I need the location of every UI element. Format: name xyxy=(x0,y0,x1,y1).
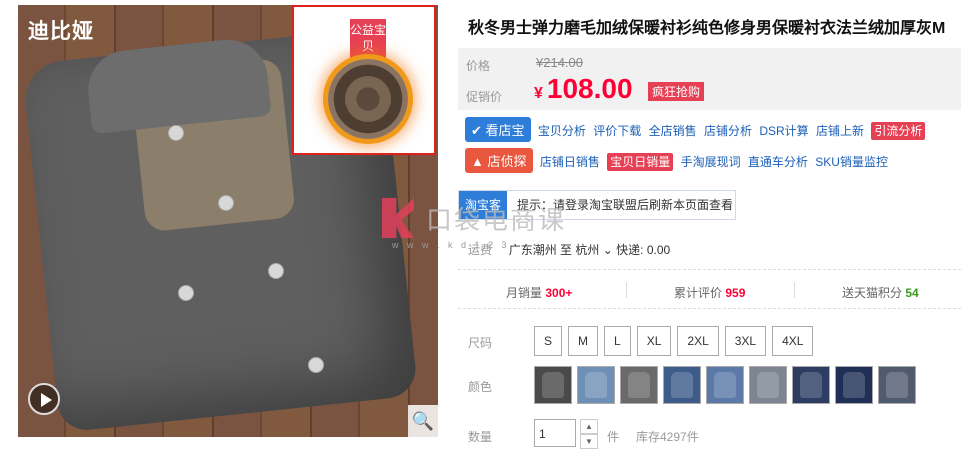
color-options xyxy=(534,366,921,409)
quantity-increase-button[interactable]: ▲ xyxy=(580,419,598,434)
link-search-words[interactable]: 手淘展现词 xyxy=(681,155,741,169)
ship-from: 广东潮州 xyxy=(508,243,557,257)
size-option[interactable]: 2XL xyxy=(677,326,719,356)
original-price: ¥214.00 xyxy=(536,55,583,70)
shirt-button xyxy=(218,195,234,211)
current-price-value: 108.00 xyxy=(546,73,633,104)
price-label: 价格 xyxy=(466,59,491,73)
size-option[interactable]: 4XL xyxy=(772,326,814,356)
quantity-decrease-button[interactable]: ▼ xyxy=(580,434,598,449)
size-option[interactable]: M xyxy=(568,326,599,356)
size-option[interactable]: L xyxy=(604,326,631,356)
total-reviews[interactable]: 累计评价 959 xyxy=(674,284,745,301)
link-shop-new[interactable]: 店铺上新 xyxy=(816,124,864,138)
shirt-button xyxy=(178,285,194,301)
color-swatch[interactable] xyxy=(878,366,916,404)
link-review-download[interactable]: 评价下载 xyxy=(593,124,641,138)
divider xyxy=(458,269,961,270)
ship-to-value: 杭州 xyxy=(575,243,600,257)
product-image[interactable]: 迪比娅 公益宝贝 🔍 xyxy=(18,5,438,437)
link-daily-item-sales[interactable]: 宝贝日销量 xyxy=(607,153,674,171)
fleece-closeup xyxy=(328,59,408,139)
shirt-button xyxy=(268,263,284,279)
watermark-text: 口袋电商课 xyxy=(426,205,567,235)
size-option[interactable]: XL xyxy=(636,326,672,356)
kandianbao-button[interactable]: ✔ 看店宝 xyxy=(465,117,531,142)
color-label: 颜色 xyxy=(468,380,493,394)
watermark-logo-icon xyxy=(382,198,414,238)
stats-row: 月销量 300+ 累计评价 959 送天猫积分 54 xyxy=(458,276,961,306)
price-panel: 价格 ¥214.00 促销价 ¥108.00 疯狂抢购 xyxy=(458,48,961,110)
quantity-label: 数量 xyxy=(468,430,493,444)
size-option[interactable]: S xyxy=(534,326,563,356)
color-swatch[interactable] xyxy=(835,366,873,404)
dianzhentan-label: 店侦探 xyxy=(487,154,527,169)
tmall-points: 送天猫积分 54 xyxy=(842,284,919,301)
stats-separator xyxy=(626,282,627,298)
monthly-sales-label: 月销量 xyxy=(506,286,543,300)
monthly-sales-value: 300+ xyxy=(545,286,573,300)
divider xyxy=(458,308,961,309)
size-label: 尺码 xyxy=(468,336,493,350)
brand-logo: 迪比娅 xyxy=(28,20,94,43)
shipping-row: 运费 广东潮州 至 杭州 ⌄ 快递: 0.00 xyxy=(468,241,670,258)
link-dsr-calc[interactable]: DSR计算 xyxy=(759,124,808,138)
tmall-points-value: 54 xyxy=(905,286,919,300)
quantity-input[interactable]: 1 xyxy=(534,419,576,447)
color-swatch[interactable] xyxy=(620,366,658,404)
color-swatch[interactable] xyxy=(663,366,701,404)
magnifier-icon[interactable]: 🔍 xyxy=(408,405,438,437)
promo-tag: 疯狂抢购 xyxy=(648,82,705,101)
ship-to-label: 至 xyxy=(560,243,573,257)
current-price: ¥108.00 xyxy=(534,73,633,105)
size-options: S M L XL 2XL 3XL 4XL xyxy=(534,326,819,356)
play-icon[interactable] xyxy=(28,383,60,415)
stock-count: 库存4297件 xyxy=(636,430,699,444)
kandianbao-toolbar: ✔ 看店宝 宝贝分析 评价下载 全店销售 店铺分析 DSR计算 店铺上新 引流分… xyxy=(465,117,929,142)
color-swatch[interactable] xyxy=(792,366,830,404)
color-swatch[interactable] xyxy=(706,366,744,404)
kandianbao-label: 看店宝 xyxy=(485,123,525,138)
product-title: 秋冬男士弹力磨毛加绒保暖衬衫纯色修身男保暖衬衣法兰绒加厚灰M xyxy=(468,20,946,37)
link-shop-sales[interactable]: 全店销售 xyxy=(649,124,697,138)
monthly-sales: 月销量 300+ xyxy=(506,284,572,301)
link-traffic-analysis[interactable]: 引流分析 xyxy=(871,122,926,140)
link-ztc-analysis[interactable]: 直通车分析 xyxy=(748,155,808,169)
color-swatch[interactable] xyxy=(534,366,572,404)
tmall-points-label: 送天猫积分 xyxy=(842,286,903,300)
charity-tag: 公益宝贝 xyxy=(350,19,386,59)
ship-to-select[interactable]: 杭州 ⌄ xyxy=(575,243,612,257)
link-item-analysis[interactable]: 宝贝分析 xyxy=(538,124,586,138)
link-shop-analysis[interactable]: 店铺分析 xyxy=(704,124,752,138)
link-sku-monitor[interactable]: SKU销量监控 xyxy=(815,155,888,169)
promo-price-label: 促销价 xyxy=(466,90,503,104)
express-fee: 快递: 0.00 xyxy=(616,243,671,257)
shipping-label: 运费 xyxy=(468,243,493,257)
shirt-button xyxy=(168,125,184,141)
link-daily-shop-sales[interactable]: 店铺日销售 xyxy=(540,155,600,169)
currency-symbol: ¥ xyxy=(534,85,543,102)
total-reviews-label: 累计评价 xyxy=(674,286,723,300)
stats-separator xyxy=(794,282,795,298)
shirt-button xyxy=(308,357,324,373)
quantity-unit: 件 xyxy=(607,430,620,444)
color-swatch[interactable] xyxy=(577,366,615,404)
dianzhentan-button[interactable]: ▲ 店侦探 xyxy=(465,148,533,173)
chevron-down-icon: ⌄ xyxy=(602,243,613,257)
size-option[interactable]: 3XL xyxy=(724,326,767,356)
total-reviews-value: 959 xyxy=(725,286,746,300)
charity-badge-box: 公益宝贝 xyxy=(292,5,436,155)
dianzhentan-toolbar: ▲ 店侦探 店铺日销售 宝贝日销量 手淘展现词 直通车分析 SKU销量监控 xyxy=(465,148,892,173)
color-swatch[interactable] xyxy=(749,366,787,404)
